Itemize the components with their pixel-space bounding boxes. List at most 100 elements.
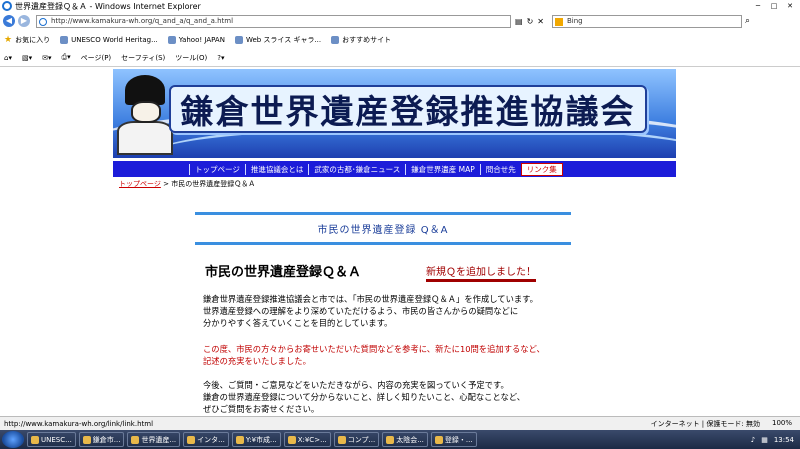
section-header: 市民の世界遺産登録 Q＆A: [195, 212, 571, 245]
folder-icon: [287, 435, 296, 444]
app-icon: [434, 435, 443, 444]
word-icon: [386, 435, 395, 444]
stop-icon[interactable]: ✕: [537, 17, 544, 26]
favorite-label: Yahoo! JAPAN: [178, 35, 225, 44]
taskbar-label: コンプ...: [347, 435, 376, 444]
page-title: 市民の世界遺産登録Ｑ＆Ａ: [205, 265, 362, 280]
update-notice-line: 記述の充実をいたしました。: [203, 356, 311, 366]
favorite-link[interactable]: おすすめサイト: [331, 35, 391, 45]
banner-title-box: 鎌倉世界遺産登録推進協議会: [169, 85, 647, 133]
taskbar-button[interactable]: UNESC...: [27, 432, 76, 447]
taskbar-label: Y:¥市成...: [245, 435, 277, 444]
favorite-label: おすすめサイト: [342, 35, 392, 44]
favorite-link[interactable]: Yahoo! JAPAN: [167, 35, 225, 44]
status-url: http://www.kamakura-wh.org/link/link.htm…: [4, 419, 154, 428]
system-tray: ♪ ▦ 13:54: [751, 436, 794, 444]
search-icon[interactable]: ⌕: [745, 16, 750, 26]
page-icon: [39, 17, 47, 26]
clock[interactable]: 13:54: [774, 436, 794, 444]
app-icon: [82, 435, 91, 444]
address-tools: ▤ ↻ ✕: [515, 17, 544, 26]
site-icon: [331, 35, 340, 44]
app-icon: [131, 435, 140, 444]
feeds-icon[interactable]: ▧▾: [22, 54, 32, 62]
nav-contact[interactable]: 問合せ先: [479, 163, 521, 175]
future-plan-line: 鎌倉の世界遺産登録について分からないこと、詳しく知りたいこと、心配なことなど、: [203, 392, 526, 402]
samurai-body: [117, 121, 173, 155]
window-title: 世界遺産登録Ｑ＆Ａ - Windows Internet Explorer: [15, 1, 201, 11]
intro-line: 世界遺産登録への理解をより深めていただけるよう、市民の皆さんからの疑問などに: [203, 306, 519, 316]
minimize-button[interactable]: ─: [751, 1, 765, 11]
home-icon[interactable]: ⌂▾: [4, 54, 12, 62]
nav-links[interactable]: リンク集: [520, 162, 563, 176]
section-header-text: 市民の世界遺産登録 Q＆A: [317, 225, 449, 236]
site-icon: [167, 35, 176, 44]
start-button[interactable]: [2, 431, 24, 448]
app-icon: [337, 435, 346, 444]
taskbar-button[interactable]: 鎌倉市...: [78, 432, 125, 447]
new-question-link[interactable]: 新規Ｑを追加しました！: [426, 263, 536, 282]
breadcrumb-home[interactable]: トップページ: [119, 180, 161, 188]
status-right: インターネット | 保護モード: 無効 100%: [651, 419, 792, 429]
nav-map[interactable]: 鎌倉世界遺産 MAP: [405, 163, 480, 175]
print-icon[interactable]: ⎙▾: [62, 53, 71, 62]
app-icon: [187, 435, 196, 444]
menu-safety[interactable]: セーフティ(S): [121, 53, 165, 63]
search-input[interactable]: Bing: [551, 14, 742, 28]
maximize-button[interactable]: □: [767, 1, 781, 11]
taskbar-label: UNESC...: [41, 435, 72, 444]
zoom-level[interactable]: 100%: [772, 419, 792, 429]
taskbar-button[interactable]: 登録・...: [430, 432, 477, 447]
menu-page[interactable]: ページ(P): [81, 53, 112, 63]
samurai-face: [131, 101, 161, 123]
site-icon: [60, 35, 69, 44]
taskbar-button[interactable]: 太陰会...: [382, 432, 428, 447]
site-banner[interactable]: 鎌倉世界遺産登録推進協議会: [113, 69, 676, 158]
nav-top[interactable]: トップページ: [189, 163, 245, 175]
security-zone[interactable]: インターネット | 保護モード: 無効: [651, 419, 760, 429]
site-icon: [234, 35, 243, 44]
taskbar-button[interactable]: 世界遺産...: [127, 432, 181, 447]
nav-about[interactable]: 推進協議会とは: [244, 163, 309, 175]
breadcrumb: トップページ > 市民の世界遺産登録Ｑ＆Ａ: [119, 179, 255, 189]
favorite-label: UNESCO World Heritag...: [71, 35, 158, 44]
window-controls: ─ □ ✕: [751, 1, 797, 11]
taskbar-label: X:¥C>...: [297, 435, 327, 444]
back-button[interactable]: ◀: [3, 15, 15, 27]
taskbar-label: インタ...: [197, 435, 225, 444]
compat-view-icon[interactable]: ▤: [515, 17, 523, 26]
intro-line: 鎌倉世界遺産登録推進協議会と市では、「市民の世界遺産登録Ｑ＆Ａ」を作成しています…: [203, 294, 538, 304]
forward-button[interactable]: ▶: [18, 15, 30, 27]
mail-icon[interactable]: ✉▾: [42, 54, 51, 62]
favorite-link[interactable]: UNESCO World Heritag...: [60, 35, 158, 44]
future-plan-line: ぜひご質問をお寄せください。: [203, 404, 320, 414]
taskbar: UNESC... 鎌倉市... 世界遺産... インタ... Y:¥市成... …: [0, 430, 800, 449]
close-button[interactable]: ✕: [783, 1, 797, 11]
network-icon[interactable]: ▦: [761, 436, 768, 444]
address-input[interactable]: http://www.kamakura-wh.org/q_and_a/q_and…: [36, 14, 511, 28]
future-plan-line: 今後、ご質問・ご意見などをいただきながら、内容の充実を図っていく予定です。: [203, 380, 509, 390]
help-icon[interactable]: ?▾: [217, 54, 224, 62]
favorite-link[interactable]: Web スライス ギャラ...: [234, 35, 322, 45]
taskbar-label: 太陰会...: [396, 435, 424, 444]
taskbar-button[interactable]: X:¥C>...: [283, 432, 331, 447]
volume-icon[interactable]: ♪: [751, 436, 755, 444]
favorite-label: Web スライス ギャラ...: [245, 35, 322, 44]
refresh-icon[interactable]: ↻: [527, 17, 534, 26]
update-notice-line: この度、市民の方々からお寄せいただいた質問などを参考に、新たに10問を追加するな…: [203, 344, 545, 354]
address-url: http://www.kamakura-wh.org/q_and_a/q_and…: [51, 16, 234, 25]
favorites-button[interactable]: ★ お気に入り: [4, 35, 50, 45]
address-bar: ◀ ▶ http://www.kamakura-wh.org/q_and_a/q…: [0, 12, 800, 30]
taskbar-button[interactable]: コンプ...: [333, 432, 380, 447]
folder-icon: [235, 435, 244, 444]
global-nav: トップページ 推進協議会とは 武家の古都･鎌倉ニュース 鎌倉世界遺産 MAP 問…: [113, 161, 676, 177]
menu-tools[interactable]: ツール(O): [175, 53, 207, 63]
taskbar-button[interactable]: Y:¥市成...: [231, 432, 281, 447]
taskbar-label: 登録・...: [444, 435, 473, 444]
favorites-bar: ★ お気に入り UNESCO World Heritag... Yahoo! J…: [0, 31, 800, 48]
bing-icon: [554, 17, 563, 26]
nav-news[interactable]: 武家の古都･鎌倉ニュース: [308, 163, 405, 175]
breadcrumb-current: > 市民の世界遺産登録Ｑ＆Ａ: [163, 180, 256, 188]
command-bar: ⌂▾ ▧▾ ✉▾ ⎙▾ ページ(P) セーフティ(S) ツール(O) ?▾: [0, 49, 800, 67]
taskbar-button[interactable]: インタ...: [183, 432, 229, 447]
